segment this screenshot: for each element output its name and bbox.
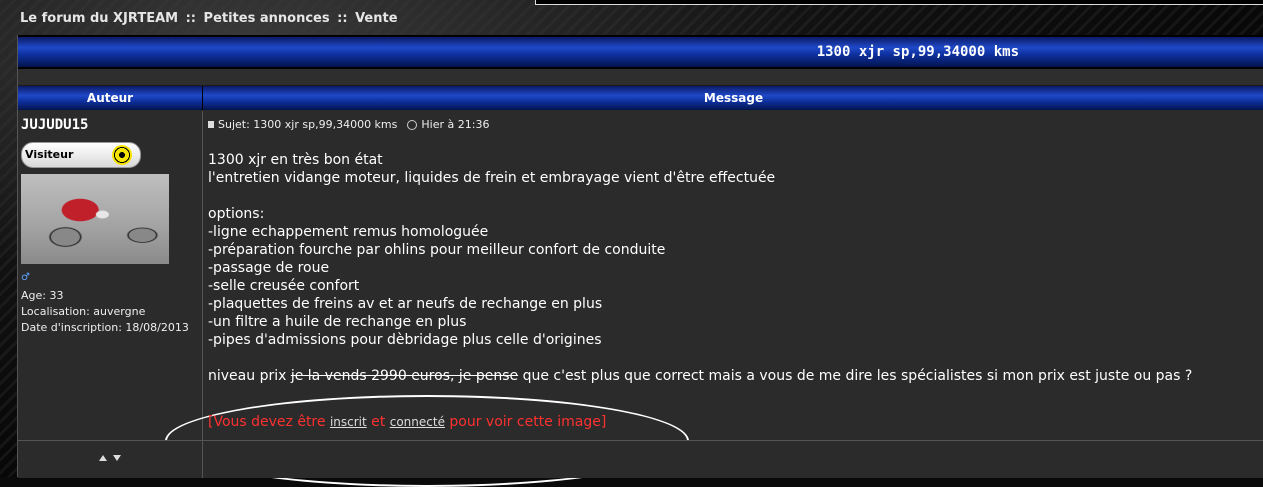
- footer-message-cell: [203, 441, 1263, 478]
- post-line: -ligne echappement remus homologuée: [208, 224, 489, 240]
- scroll-down-icon[interactable]: [113, 455, 121, 461]
- login-link[interactable]: connecté: [390, 415, 445, 429]
- topic-board: 1300 xjr sp,99,34000 kms Auteur Message …: [17, 35, 1263, 487]
- price-text-after: que c'est plus que correct mais a vous d…: [518, 368, 1193, 384]
- author-joined: Date d'inscription: 18/08/2013: [21, 321, 189, 334]
- price-text-before: niveau prix: [208, 368, 291, 384]
- post-header: Sujet: 1300 xjr sp,99,34000 kms Hier à 2…: [208, 118, 489, 131]
- locked-image-notice: [Vous devez être inscrit et connecté pou…: [208, 414, 606, 430]
- breadcrumb: Le forum du XJRTEAM :: Petites annonces …: [20, 11, 398, 26]
- post-line: -pipes d'admissions pour dèbridage plus …: [208, 332, 602, 348]
- breadcrumb-subsection-link[interactable]: Vente: [355, 11, 397, 26]
- breadcrumb-separator: ::: [337, 11, 348, 26]
- clock-icon: [407, 119, 418, 130]
- breadcrumb-forum-link[interactable]: Le forum du XJRTEAM: [20, 11, 178, 26]
- footer-author-cell: [18, 441, 203, 478]
- breadcrumb-section-link[interactable]: Petites annonces: [204, 11, 330, 26]
- locked-suffix: pour voir cette image]: [444, 414, 607, 430]
- post-line: -un filtre a huile de rechange en plus: [208, 314, 467, 330]
- post-body: 1300 xjr en très bon état l'entretien vi…: [208, 151, 1238, 385]
- breadcrumb-separator: ::: [185, 11, 197, 26]
- column-header-author: Auteur: [18, 86, 203, 110]
- post-icon[interactable]: [208, 121, 214, 128]
- table-header: Auteur Message: [18, 86, 1263, 110]
- top-frame: [535, 0, 1263, 5]
- post-line: l'entretien vidange moteur, liquides de …: [208, 170, 776, 186]
- topic-title-bar: 1300 xjr sp,99,34000 kms: [18, 35, 1263, 69]
- column-header-message: Message: [203, 86, 1263, 110]
- post-subject: Sujet: 1300 xjr sp,99,34000 kms: [218, 118, 398, 131]
- author-column: JUJUDU15 Visiteur ♂ Age: 33 Localisation…: [18, 111, 203, 440]
- rank-disc-icon: [112, 145, 132, 165]
- post-row: JUJUDU15 Visiteur ♂ Age: 33 Localisation…: [18, 111, 1263, 487]
- locked-prefix: [Vous devez être: [208, 414, 330, 430]
- message-column: Sujet: 1300 xjr sp,99,34000 kms Hier à 2…: [165, 111, 1263, 487]
- author-username[interactable]: JUJUDU15: [21, 117, 88, 133]
- post-footer-row: [18, 440, 1263, 478]
- author-age: Age: 33: [21, 289, 64, 302]
- locked-mid: et: [366, 414, 390, 430]
- post-line: options:: [208, 206, 265, 222]
- avatar: [21, 174, 169, 264]
- post-line: -selle creusée confort: [208, 278, 360, 294]
- rank-badge: Visiteur: [21, 142, 141, 168]
- post-line: [208, 187, 1238, 205]
- author-location: Localisation: auvergne: [21, 305, 146, 318]
- register-link[interactable]: inscrit: [330, 415, 367, 429]
- post-line: -préparation fourche par ohlins pour mei…: [208, 242, 666, 258]
- topic-title: 1300 xjr sp,99,34000 kms: [816, 44, 1019, 60]
- rank-label: Visiteur: [25, 148, 74, 161]
- spacer-row: [18, 69, 1263, 86]
- scroll-up-icon[interactable]: [99, 455, 107, 461]
- post-line: -plaquettes de freins av et ar neufs de …: [208, 296, 603, 312]
- price-text-struck: je la vends 2990 euros, je pense: [290, 368, 519, 384]
- post-price-line: niveau prix je la vends 2990 euros, je p…: [208, 367, 1238, 385]
- post-line: [208, 349, 1238, 367]
- post-line: -passage de roue: [208, 260, 330, 276]
- male-symbol-icon: ♂: [21, 272, 30, 283]
- post-line: 1300 xjr en très bon état: [208, 152, 383, 168]
- post-time: Hier à 21:36: [421, 118, 490, 131]
